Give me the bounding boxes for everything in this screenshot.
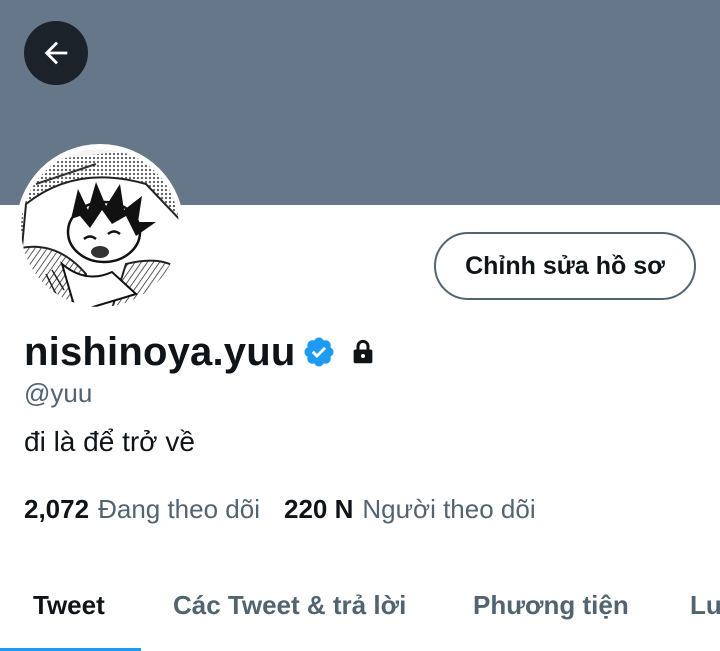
lock-icon bbox=[353, 339, 372, 364]
following-count: 2,072 bbox=[24, 494, 90, 524]
tab-tweets-and-replies[interactable]: Các Tweet & trả lời bbox=[173, 590, 406, 621]
tab-media[interactable]: Phương tiện bbox=[473, 590, 629, 621]
followers-link[interactable]: 220 N Người theo dõi bbox=[284, 494, 536, 525]
bio: đi là để trở về bbox=[24, 426, 195, 457]
profile-tabs: Tweet Các Tweet & trả lời Phương tiện Lu bbox=[0, 570, 720, 651]
followers-count: 220 N bbox=[283, 494, 354, 524]
name-row: nishinoya.yuu bbox=[24, 326, 378, 378]
back-button[interactable] bbox=[24, 21, 88, 85]
avatar[interactable] bbox=[16, 144, 184, 312]
user-handle: @yuu bbox=[24, 378, 93, 408]
display-name: nishinoya.yuu bbox=[24, 329, 296, 374]
following-label: Đang theo dõi bbox=[98, 494, 260, 524]
followers-label: Người theo dõi bbox=[362, 494, 536, 524]
arrow-left-icon bbox=[44, 41, 68, 65]
manga-character-avatar bbox=[19, 147, 181, 309]
edit-profile-button[interactable]: Chỉnh sửa hồ sơ bbox=[434, 232, 696, 300]
verified-badge-icon bbox=[304, 337, 334, 367]
tab-tweets[interactable]: Tweet bbox=[33, 590, 105, 621]
following-link[interactable]: 2,072 Đang theo dõi bbox=[24, 494, 260, 525]
follow-stats: 2,072 Đang theo dõi 220 N Người theo dõi bbox=[24, 494, 536, 525]
tab-likes[interactable]: Lu bbox=[690, 590, 720, 621]
